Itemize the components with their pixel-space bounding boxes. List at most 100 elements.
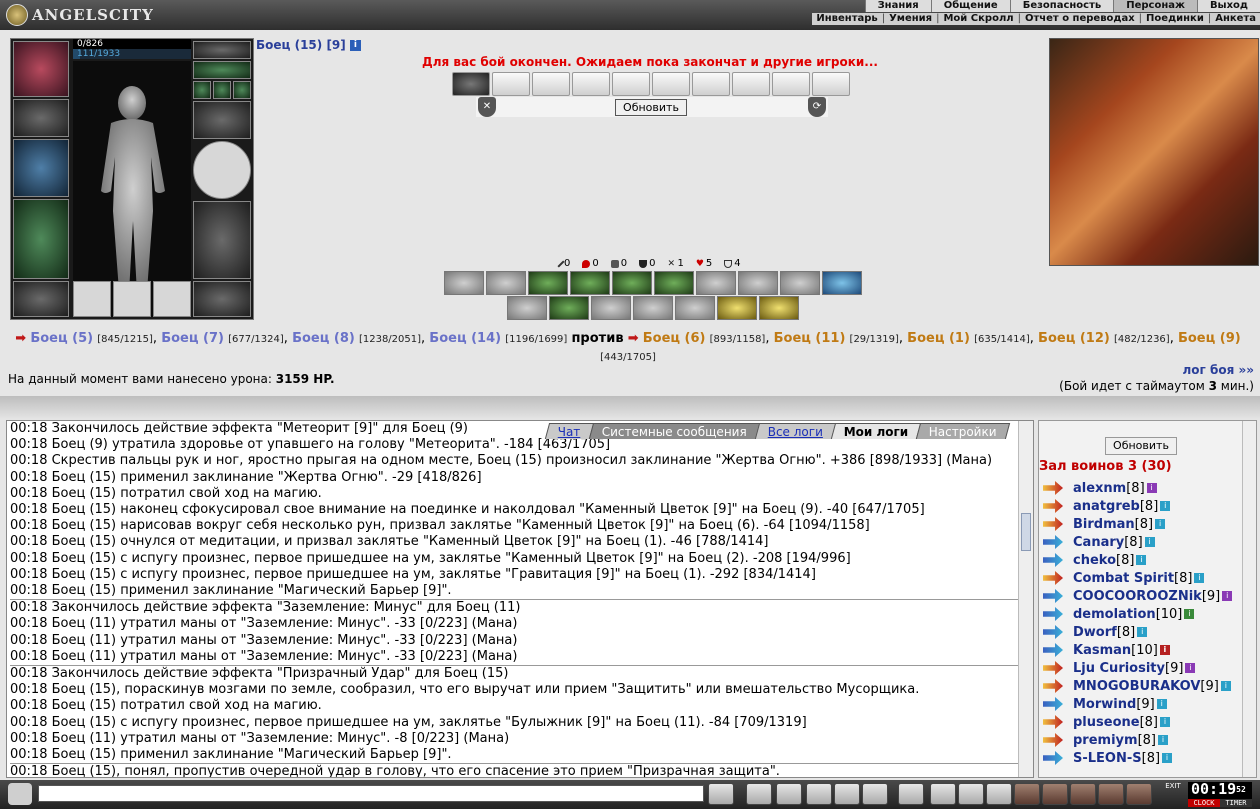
spell-slot[interactable] <box>507 296 547 320</box>
spell-slot[interactable] <box>486 271 526 295</box>
clock-label[interactable]: CLOCK <box>1188 799 1220 807</box>
history-icon[interactable] <box>986 783 1012 805</box>
tab-settings[interactable]: Настройки <box>916 423 1011 439</box>
info-icon[interactable]: i <box>1155 519 1166 529</box>
spell-slot[interactable] <box>633 296 673 320</box>
submenu-profile[interactable]: Анкета <box>1211 13 1260 25</box>
info-icon[interactable]: i <box>1159 645 1170 655</box>
menu-exit[interactable]: Выход <box>1196 0 1260 12</box>
spell-slot[interactable] <box>696 271 736 295</box>
hall-player-name[interactable]: demolation <box>1073 607 1156 622</box>
bag-icon[interactable] <box>1014 783 1040 805</box>
menu-character[interactable]: Персонаж <box>1113 0 1197 12</box>
tab-my-logs[interactable]: Мои логи <box>830 423 922 439</box>
info-icon[interactable]: i <box>1156 699 1167 709</box>
hall-player-name[interactable]: Lju Curiosity <box>1073 661 1165 676</box>
attack-arrow-icon[interactable] <box>1043 517 1063 531</box>
info-icon[interactable]: i <box>1157 735 1168 745</box>
info-icon[interactable]: i <box>1160 717 1170 727</box>
timer-label[interactable]: TIMER <box>1220 799 1252 807</box>
gloves-slot[interactable] <box>13 99 69 137</box>
player-name[interactable]: Боец (15) [9] <box>256 38 346 52</box>
info-icon[interactable]: i <box>1184 609 1195 619</box>
team-orange-member[interactable]: Боец (1) <box>907 331 970 346</box>
info-icon[interactable]: i <box>1144 537 1155 547</box>
info-icon[interactable]: i <box>1185 663 1196 673</box>
attack-arrow-icon[interactable] <box>1043 553 1063 567</box>
spell-slot[interactable] <box>444 271 484 295</box>
hall-player-name[interactable]: Combat Spirit <box>1073 571 1174 586</box>
info-icon[interactable]: i <box>1162 753 1173 763</box>
ring-slot[interactable] <box>193 61 251 79</box>
chat-scroll-thumb[interactable] <box>1021 513 1031 551</box>
chat-channel-icon[interactable] <box>8 783 32 805</box>
attack-arrow-icon[interactable] <box>1043 715 1063 729</box>
tab-chat[interactable]: Чат <box>544 423 594 439</box>
bracers-slot[interactable] <box>193 101 251 139</box>
helmet-slot[interactable] <box>13 41 69 97</box>
hall-player-name[interactable]: Kasman <box>1073 643 1131 658</box>
attack-arrow-icon[interactable] <box>1043 535 1063 549</box>
menu-security[interactable]: Безопасность <box>1009 0 1114 12</box>
team-orange-member[interactable]: Боец (11) <box>774 331 846 346</box>
info-icon[interactable]: i <box>1146 483 1157 493</box>
attack-arrow-icon[interactable] <box>1043 679 1063 693</box>
info-icon[interactable]: i <box>1137 627 1148 637</box>
spell-slot[interactable] <box>570 271 610 295</box>
info-icon[interactable]: i <box>1160 501 1171 511</box>
send-icon[interactable] <box>708 783 734 805</box>
attack-arrow-icon[interactable] <box>1043 661 1063 675</box>
list-icon[interactable] <box>898 783 924 805</box>
menu-communication[interactable]: Общение <box>930 0 1010 12</box>
rune-slot-3[interactable] <box>153 281 191 317</box>
team-orange-member[interactable]: Боец (6) <box>643 331 706 346</box>
attack-arrow-icon[interactable] <box>1043 607 1063 621</box>
spell-slot[interactable] <box>780 271 820 295</box>
submenu-duels[interactable]: Поединки <box>1142 13 1208 25</box>
submenu-inventory[interactable]: Инвентарь <box>812 13 881 25</box>
hall-player-name[interactable]: Dworf <box>1073 625 1117 640</box>
armor-slot[interactable] <box>13 199 69 279</box>
hall-player-name[interactable]: Canary <box>1073 535 1124 550</box>
spell-slot[interactable] <box>675 296 715 320</box>
belt-slot[interactable] <box>13 281 69 317</box>
strike-icon[interactable] <box>862 783 888 805</box>
hall-player-name[interactable]: cheko <box>1073 553 1116 568</box>
team-blue-member[interactable]: Боец (7) <box>161 331 224 346</box>
tab-all-logs[interactable]: Все логи <box>754 423 836 439</box>
attack-arrow-icon[interactable] <box>1043 589 1063 603</box>
hall-player-name[interactable]: S-LEON-S <box>1073 751 1142 766</box>
chat-bubble-icon[interactable] <box>1098 783 1124 805</box>
chat-scrollbar[interactable] <box>1018 421 1033 777</box>
exit-button[interactable]: EXIT <box>1162 782 1184 807</box>
weapon-slot[interactable] <box>13 139 69 197</box>
info-icon[interactable]: i <box>1136 555 1147 565</box>
ring-slot-1[interactable] <box>193 81 211 99</box>
attack-arrow-icon[interactable] <box>1043 751 1063 765</box>
eraser-icon[interactable] <box>746 783 772 805</box>
hall-player-name[interactable]: premiym <box>1073 733 1138 748</box>
team-orange-member[interactable]: Боец (12) <box>1038 331 1110 346</box>
info-icon[interactable]: i <box>1220 681 1231 691</box>
hall-player-name[interactable]: COOCOOROOZNik <box>1073 589 1202 604</box>
spell-slot[interactable] <box>612 271 652 295</box>
shield-slot[interactable] <box>193 141 251 199</box>
team-blue-member[interactable]: Боец (14) <box>429 331 501 346</box>
save-icon[interactable] <box>806 783 832 805</box>
spell-slot[interactable] <box>528 271 568 295</box>
submenu-transfer-report[interactable]: Отчет о переводах <box>1021 13 1139 25</box>
spell-slot[interactable] <box>738 271 778 295</box>
rune-slot-1[interactable] <box>73 281 111 317</box>
attack-arrow-icon[interactable] <box>1043 733 1063 747</box>
battle-log-link[interactable]: лог боя »» <box>1183 363 1255 377</box>
filter-icon[interactable] <box>776 783 802 805</box>
refresh-button[interactable]: Обновить <box>615 99 687 116</box>
team-orange-member[interactable]: Боец (9) <box>1178 331 1241 346</box>
submenu-skills[interactable]: Умения <box>885 13 936 25</box>
attack-arrow-icon[interactable] <box>1043 643 1063 657</box>
attack-arrow-icon[interactable] <box>1043 571 1063 585</box>
team-blue-member[interactable]: Боец (8) <box>292 331 355 346</box>
amulet-slot[interactable] <box>193 41 251 59</box>
document-icon[interactable] <box>958 783 984 805</box>
hall-refresh-button[interactable]: Обновить <box>1105 437 1177 455</box>
